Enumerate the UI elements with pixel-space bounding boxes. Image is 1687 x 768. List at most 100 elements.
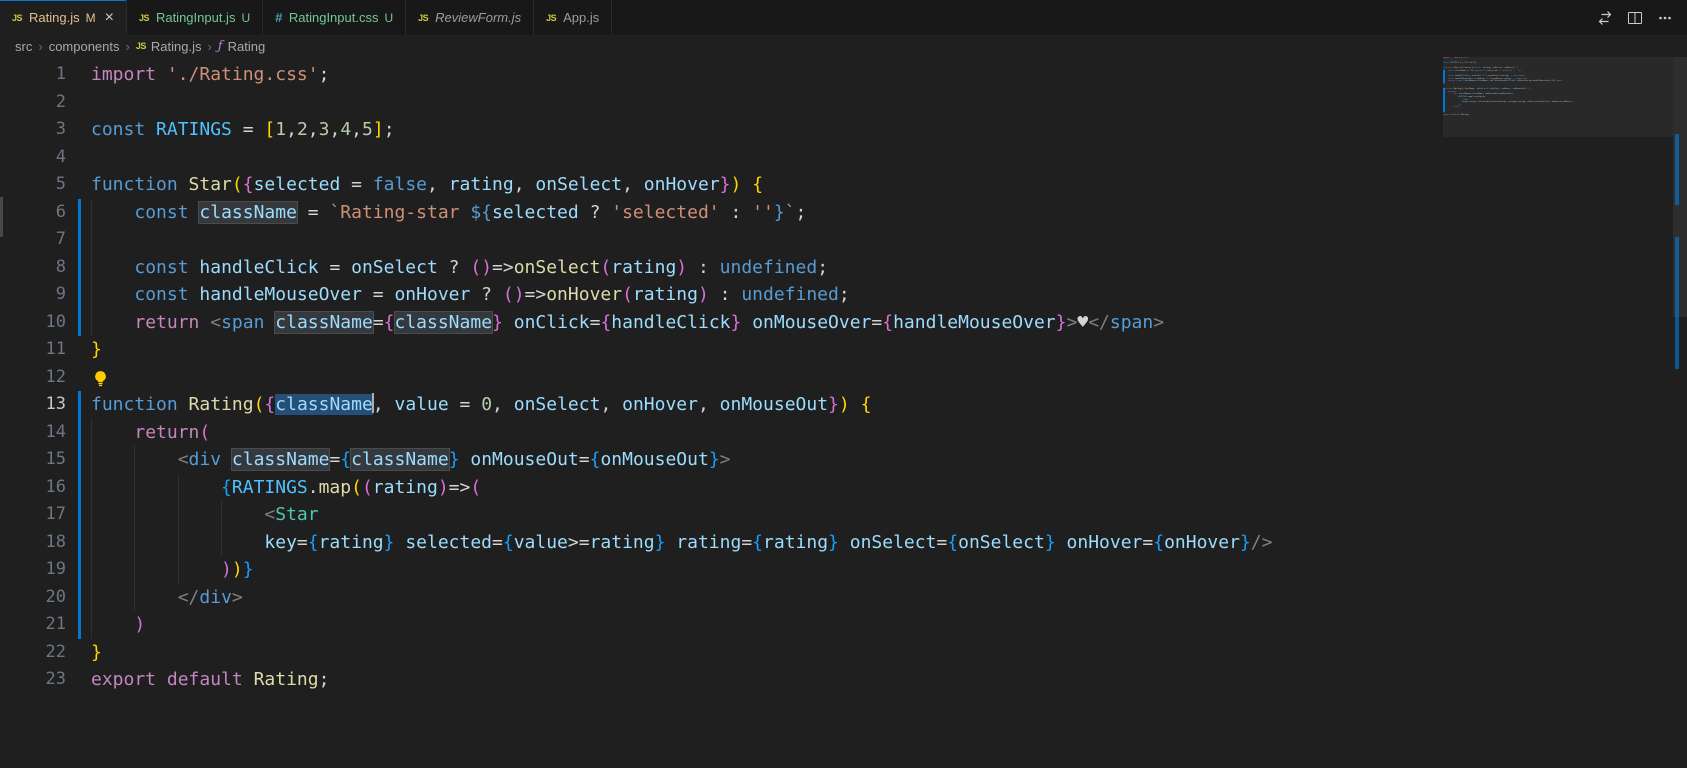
breadcrumb-item-Rating.js[interactable]: JS Rating.js [136, 39, 202, 54]
line-number[interactable]: 7 [0, 226, 66, 254]
code-content: } [91, 339, 102, 360]
line-number[interactable]: 10 [0, 309, 66, 337]
gutter-decoration [66, 473, 91, 501]
code-line[interactable]: 21 ) [0, 611, 1687, 639]
line-number[interactable]: 14 [0, 419, 66, 447]
code-line[interactable]: 8 const handleClick = onSelect ? ()=>onS… [0, 253, 1687, 282]
code-line[interactable]: 18 key={rating} selected={value>=rating}… [0, 528, 1687, 557]
code-line[interactable]: 4 [0, 144, 1687, 172]
line-number[interactable]: 4 [0, 144, 66, 172]
line-number[interactable]: 21 [0, 611, 66, 639]
code-line[interactable]: 6 const className = `Rating-star ${selec… [0, 198, 1687, 227]
code-line[interactable]: 1 import './Rating.css'; [0, 61, 1687, 89]
code-content [91, 144, 1687, 172]
line-number[interactable]: 12 [0, 364, 66, 392]
line-number[interactable]: 15 [0, 446, 66, 474]
line-number[interactable]: 20 [0, 584, 66, 612]
gutter-decoration [66, 253, 91, 281]
gutter-decoration [66, 583, 91, 611]
git-modified-indicator [78, 611, 81, 639]
lightbulb-icon[interactable] [92, 368, 109, 386]
tab-bar: JS Rating.js M × JS RatingInput.js U # RatingInp… [0, 0, 1687, 35]
code-line[interactable]: 19 ))} [0, 556, 1687, 584]
git-modified-indicator [78, 308, 81, 336]
code-line[interactable]: 3 const RATINGS = [1,2,3,4,5]; [0, 116, 1687, 144]
git-modified-indicator [78, 198, 81, 226]
git-modified-indicator [78, 226, 81, 254]
breadcrumb-item-src[interactable]: src [15, 39, 32, 54]
breadcrumb-item-Rating[interactable]: ƒ Rating [218, 39, 265, 54]
line-number[interactable]: 5 [0, 171, 66, 199]
code-line[interactable]: 5 function Star({selected = false, rating… [0, 171, 1687, 199]
git-modified-indicator [78, 418, 81, 446]
breadcrumb-label: Rating.js [150, 38, 202, 54]
line-number[interactable]: 16 [0, 474, 66, 502]
code-line[interactable]: 16 {RATINGS.map((rating)=>( [0, 473, 1687, 502]
git-status-badge: U [241, 10, 251, 25]
gutter-decoration [66, 308, 91, 336]
close-tab-icon[interactable]: × [105, 9, 114, 26]
line-number[interactable]: 8 [0, 254, 66, 282]
minimap-git-mark [1443, 109, 1445, 112]
tab-Rating.js[interactable]: JS Rating.js M × [0, 0, 127, 35]
minimap[interactable]: import './Rating.css'; const RATINGS = [1… [1443, 57, 1673, 137]
tab-ReviewForm.js[interactable]: JS ReviewForm.js [406, 0, 535, 35]
gutter-decoration [66, 556, 91, 584]
code-line[interactable]: 11} [0, 336, 1687, 364]
editor[interactable]: 1 import './Rating.css'; 2 3 const RATINGS =… [0, 57, 1687, 768]
gutter-decoration [66, 144, 91, 172]
line-number[interactable]: 6 [0, 199, 66, 227]
tab-App.js[interactable]: JS App.js [534, 0, 613, 35]
code-line[interactable]: 13 function Rating({className, value = 0,… [0, 391, 1687, 419]
code-line[interactable]: 23 export default Rating; [0, 666, 1687, 694]
indent-guide [91, 281, 92, 309]
line-number[interactable]: 23 [0, 666, 66, 694]
indent-guide [91, 583, 92, 611]
indent-guide [91, 446, 92, 474]
line-number[interactable]: 3 [0, 116, 66, 144]
code-line[interactable]: 2 [0, 89, 1687, 117]
code-content: const className = `Rating-star ${selecte… [91, 198, 1687, 226]
code-line[interactable]: 22} [0, 639, 1687, 667]
tab-RatingInput.css[interactable]: # RatingInput.css U [263, 0, 407, 35]
code-line[interactable]: 10 return <span className={className} on… [0, 308, 1687, 337]
code-line[interactable]: 14 return( [0, 418, 1687, 447]
line-number[interactable]: 11 [0, 336, 66, 364]
code-line[interactable]: 15 <div className={className} onMouseOut… [0, 446, 1687, 474]
code-line[interactable]: 9 const handleMouseOver = onHover ? ()=>… [0, 281, 1687, 309]
more-actions-icon[interactable] [1653, 6, 1677, 30]
line-number[interactable]: 17 [0, 501, 66, 529]
git-modified-indicator [78, 583, 81, 611]
gutter-decoration [66, 391, 91, 419]
code-line[interactable]: 12 [0, 364, 1687, 392]
split-editor-icon[interactable] [1623, 6, 1647, 30]
line-number[interactable]: 13 [0, 391, 66, 419]
indent-guide [91, 308, 92, 336]
code-content: } [91, 641, 102, 663]
code-line[interactable]: 7 [0, 226, 1687, 254]
line-number[interactable]: 1 [0, 61, 66, 89]
line-number[interactable]: 22 [0, 639, 66, 667]
code-line[interactable]: 17 <Star [0, 501, 1687, 529]
line-number[interactable]: 18 [0, 529, 66, 557]
indent-guide [91, 556, 92, 584]
tab-RatingInput.js[interactable]: JS RatingInput.js U [126, 0, 264, 35]
breadcrumb-separator: › [207, 38, 212, 54]
code-line[interactable]: 20 </div> [0, 583, 1687, 612]
open-changes-icon[interactable] [1593, 6, 1617, 30]
code-content: function Star({selected = false, rating,… [91, 174, 764, 195]
indent-guide [91, 473, 92, 501]
git-status-badge: U [384, 10, 394, 25]
line-number[interactable]: 19 [0, 556, 66, 584]
line-number[interactable]: 9 [0, 281, 66, 309]
code-content: const handleMouseOver = onHover ? ()=>on… [91, 281, 1687, 309]
tab-label: App.js [563, 10, 600, 25]
git-modified-indicator [78, 446, 81, 474]
code-content: key={rating} selected={value>=rating} ra… [91, 528, 1687, 556]
line-number[interactable]: 2 [0, 89, 66, 117]
breadcrumb-item-components[interactable]: components [49, 39, 120, 54]
gutter-decoration [66, 226, 91, 254]
editor-actions [1593, 0, 1687, 35]
scrollbar[interactable] [1673, 57, 1687, 768]
gutter-decoration [66, 639, 91, 667]
